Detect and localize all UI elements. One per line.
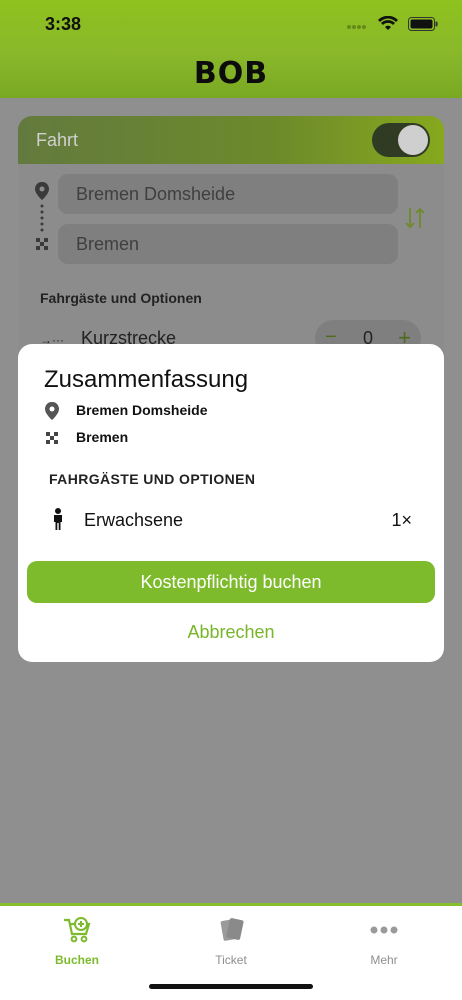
tab-label-ticket: Ticket	[215, 953, 247, 967]
tab-buchen[interactable]: Buchen	[27, 916, 127, 967]
summary-options-label: FAHRGÄSTE UND OPTIONEN	[49, 471, 256, 487]
signal-icon	[346, 18, 368, 36]
person-icon	[52, 508, 64, 535]
status-icons	[346, 15, 438, 37]
summary-from: Bremen Domsheide	[76, 402, 208, 418]
passenger-label: Erwachsene	[84, 510, 184, 530]
wifi-icon	[378, 15, 398, 37]
from-field[interactable]: Bremen Domsheide	[58, 174, 398, 214]
cart-add-icon	[62, 917, 92, 948]
passenger-count: 1×	[391, 510, 412, 530]
tab-label-mehr: Mehr	[370, 953, 398, 967]
trip-card-header: Fahrt	[18, 116, 444, 164]
toggle-knob	[398, 125, 428, 155]
to-field[interactable]: Bremen	[58, 224, 398, 264]
route-icons	[34, 182, 50, 252]
trip-toggle[interactable]	[372, 123, 430, 157]
passenger-section-label: Fahrgäste und Optionen	[40, 290, 202, 306]
dialog-title: Zusammenfassung	[44, 366, 249, 393]
status-time: 3:38	[45, 14, 82, 34]
more-icon	[369, 926, 399, 948]
ticket-icon	[216, 918, 246, 948]
summary-to: Bremen	[76, 429, 129, 445]
swap-icon[interactable]	[404, 206, 426, 236]
app-header: 3:38 BOB	[0, 0, 462, 98]
cancel-button[interactable]: Abbrechen	[18, 622, 444, 643]
tab-label-buchen: Buchen	[54, 953, 99, 967]
battery-icon	[408, 17, 438, 36]
home-indicator	[149, 984, 313, 989]
tab-ticket[interactable]: Ticket	[181, 916, 281, 967]
status-bar: 3:38	[0, 0, 462, 48]
brand-logo: BOB	[193, 56, 269, 91]
book-button[interactable]: Kostenpflichtig buchen	[27, 561, 435, 603]
summary-route-icons	[44, 402, 60, 448]
trip-card-title: Fahrt	[36, 130, 79, 150]
summary-dialog: Zusammenfassung Bremen Domsheide Bremen …	[18, 344, 444, 662]
tab-mehr[interactable]: Mehr	[334, 916, 434, 967]
